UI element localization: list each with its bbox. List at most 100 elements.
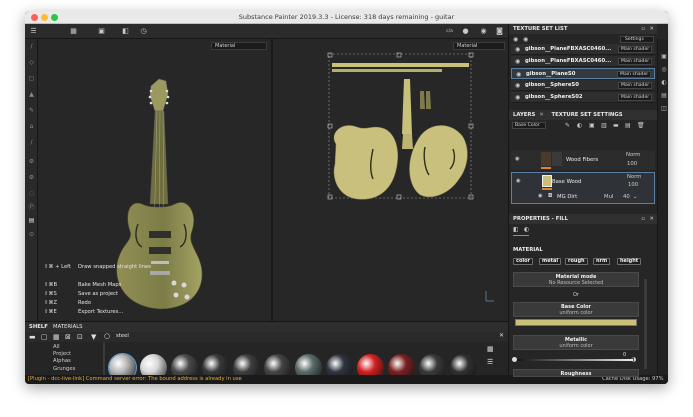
layer-blend-mode[interactable]: Norm — [627, 174, 641, 180]
layer-item[interactable]: ◉ Wood Fibers Norm 100 — [511, 150, 655, 170]
layer-opacity[interactable]: 100 — [628, 182, 638, 188]
texture-set-row[interactable]: ◉ gibson__PlaneFBXASC0460... Main shader — [511, 44, 655, 55]
metallic-box[interactable]: Metallic uniform color — [513, 335, 639, 350]
viewer-settings-icon[interactable]: ▣ — [660, 53, 668, 61]
menu-icon[interactable]: ☰ — [29, 27, 38, 36]
close-tab-icon[interactable]: ✕ — [539, 112, 543, 118]
tab-layers[interactable]: LAYERS — [513, 112, 535, 118]
delete-layer-icon[interactable]: 🗑 — [637, 122, 645, 129]
viewport-3d[interactable]: Material ⇧⌘ + Left Draw snapped straight… — [38, 39, 271, 321]
layer-opacity[interactable]: 100 — [627, 161, 637, 167]
shader-settings-icon[interactable]: ◐ — [660, 79, 668, 87]
document-icon[interactable]: ▤ — [27, 216, 36, 225]
grid-icon[interactable]: ▦ — [69, 27, 78, 36]
texture-set-row[interactable]: ◉ gibson__PlaneFBXASC0460... Main shader — [511, 56, 655, 67]
display-badge[interactable]: c/a — [445, 27, 454, 36]
metallic-slider[interactable] — [515, 359, 633, 361]
color-picker-icon[interactable]: ∕ — [27, 138, 36, 147]
height-channel-toggle[interactable]: height — [617, 258, 642, 265]
metallic-number[interactable]: 0 — [623, 352, 626, 358]
viewport-2d[interactable]: Material — [273, 39, 508, 321]
texture-set-row-selected[interactable]: ◉ gibson__PlaneS0 Main shader — [511, 68, 655, 79]
funnel-icon[interactable]: ▼ — [91, 333, 96, 341]
close-search-icon[interactable]: ✕ — [499, 332, 504, 339]
screenshot-icon[interactable]: ◙ — [495, 27, 504, 36]
eye-icon[interactable]: ◉ — [515, 92, 520, 103]
metal-channel-toggle[interactable]: metal — [539, 258, 562, 265]
folder-icon[interactable]: ▬ — [29, 333, 36, 341]
history-icon[interactable]: ◷ — [139, 27, 148, 36]
calendar-icon[interactable]: ▦ — [53, 333, 60, 341]
nrm-channel-toggle[interactable]: nrm — [593, 258, 611, 265]
float-panel-icon[interactable]: ▫ — [641, 24, 645, 34]
eye-icon[interactable]: ◉ — [515, 156, 520, 162]
add-mask-icon[interactable]: ◐ — [577, 122, 582, 129]
base-color-swatch[interactable] — [515, 319, 637, 326]
add-paint-layer-icon[interactable]: ▥ — [601, 122, 607, 129]
log-icon[interactable]: ▤ — [660, 92, 668, 100]
add-fill-layer-icon[interactable]: ▣ — [589, 122, 595, 129]
fill-settings-icon[interactable]: ◧ — [513, 226, 519, 233]
layer-channel-dropdown[interactable]: Base Color — [512, 122, 546, 129]
eye-icon[interactable]: ◉ — [538, 193, 543, 199]
shelf-category[interactable]: Project — [53, 351, 71, 357]
shelf-scrollbar[interactable] — [103, 342, 105, 376]
eye-icon[interactable]: ◉ — [515, 44, 520, 55]
material-ball-icon[interactable]: ● — [461, 27, 470, 36]
shader-dropdown[interactable]: Main shader — [618, 46, 652, 53]
tab-texture-set-settings[interactable]: TEXTURE SET SETTINGS — [552, 112, 623, 118]
add-effect-icon[interactable]: ✎ — [565, 122, 570, 129]
close-panel-icon[interactable]: ✕ — [650, 24, 654, 34]
material-icon[interactable]: ◐ — [524, 226, 529, 233]
material-mode-box[interactable]: Material mode No Resource Selected — [513, 272, 639, 287]
python-icon[interactable]: Ⓟ — [27, 203, 36, 212]
shelf-category[interactable]: Grunges — [53, 366, 75, 372]
eye-icon[interactable]: ◉ — [515, 56, 520, 67]
duplicate-layer-icon[interactable]: ▤ — [625, 122, 631, 129]
eye-icon[interactable]: ◉ — [513, 36, 518, 43]
layer-item-selected[interactable]: ◉ Base Wood Norm 100 ◉ ◘ MG Dirt Mul 40 … — [511, 172, 655, 204]
camera-icon[interactable]: ◧ — [121, 27, 130, 36]
float-panel-icon[interactable]: ▫ — [641, 214, 645, 224]
eye-icon[interactable]: ◉ — [523, 36, 528, 43]
texture-set-row[interactable]: ◉ gibson__SphereS0 Main shader — [511, 80, 655, 91]
symmetry-icon[interactable]: ◌ — [27, 189, 36, 198]
add-folder-icon[interactable]: ▬ — [613, 122, 619, 129]
settings-dropdown[interactable]: Settings — [620, 36, 654, 43]
tab-materials[interactable]: MATERIALS — [53, 324, 83, 330]
shader-dropdown[interactable]: Main shader — [618, 82, 652, 89]
eraser-icon[interactable]: ◇ — [27, 58, 36, 67]
shelf-category[interactable]: Alphas — [53, 358, 71, 364]
shader-dropdown[interactable]: Main shader — [618, 58, 652, 65]
tab-shelf[interactable]: SHELF — [29, 324, 48, 330]
layout-icon[interactable]: ▣ — [97, 27, 106, 36]
bake-icon[interactable]: ⚙ — [27, 173, 36, 182]
filter-icon[interactable]: ⊠ — [65, 333, 71, 341]
display-settings-icon[interactable]: ◎ — [660, 66, 668, 74]
metallic-slider-handle[interactable] — [512, 357, 517, 362]
polygon-fill-icon[interactable]: ▲ — [27, 90, 36, 99]
new-folder-icon[interactable]: ▢ — [41, 333, 48, 341]
eye-icon[interactable]: ◉ — [515, 80, 520, 91]
close-panel-icon[interactable]: ✕ — [650, 214, 654, 224]
shelf-category[interactable]: All — [53, 344, 60, 350]
list-view-icon[interactable]: ☰ — [487, 358, 493, 366]
color-channel-toggle[interactable]: color — [513, 258, 534, 265]
settings-gear-icon[interactable]: ⚙ — [27, 157, 36, 166]
render-icon[interactable]: ◉ — [479, 27, 488, 36]
layer-blend-mode[interactable]: Norm — [626, 152, 640, 158]
effect-opacity[interactable]: 40 — [623, 194, 630, 200]
iray-icon[interactable]: ⊙ — [27, 230, 36, 239]
grid-view-icon[interactable]: ▦ — [487, 345, 494, 353]
eye-icon[interactable]: ◉ — [516, 69, 521, 80]
shader-dropdown[interactable]: Main shader — [618, 94, 652, 101]
properties-scrollbar[interactable] — [644, 279, 647, 369]
projection-icon[interactable]: ▢ — [27, 74, 36, 83]
clone-icon[interactable]: ⌂ — [27, 122, 36, 131]
eye-icon[interactable]: ◉ — [516, 178, 521, 184]
texture-set-row[interactable]: ◉ gibson__SphereS02 Main shader — [511, 92, 655, 103]
shader-dropdown[interactable]: Main shader — [617, 71, 651, 78]
rough-channel-toggle[interactable]: rough — [565, 258, 588, 265]
paint-brush-icon[interactable]: ∕ — [27, 42, 36, 51]
roughness-box[interactable]: Roughness — [513, 369, 639, 377]
